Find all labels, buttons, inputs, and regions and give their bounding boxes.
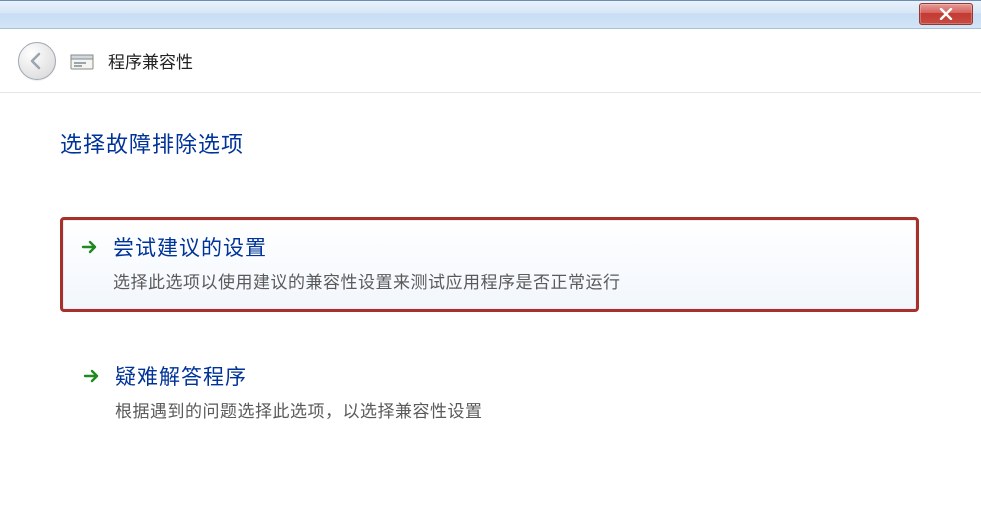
arrow-right-icon <box>81 238 99 256</box>
titlebar <box>0 1 981 29</box>
wizard-header: 程序兼容性 <box>0 29 981 93</box>
program-compat-icon <box>70 50 94 72</box>
content-area: 选择故障排除选项 尝试建议的设置 选择此选项以使用建议的兼容性设置来测试应用程序… <box>0 93 981 439</box>
arrow-left-icon <box>27 51 47 71</box>
close-button[interactable] <box>919 3 973 25</box>
option-try-recommended[interactable]: 尝试建议的设置 选择此选项以使用建议的兼容性设置来测试应用程序是否正常运行 <box>60 217 919 312</box>
arrow-right-icon <box>83 367 101 385</box>
option-description: 选择此选项以使用建议的兼容性设置来测试应用程序是否正常运行 <box>113 268 898 293</box>
wizard-window: 程序兼容性 选择故障排除选项 尝试建议的设置 选择此选项以使用建议的兼容性设置来… <box>0 0 981 513</box>
back-button[interactable] <box>18 42 56 80</box>
option-troubleshoot-program[interactable]: 疑难解答程序 根据遇到的问题选择此选项，以选择兼容性设置 <box>60 348 919 439</box>
wizard-title: 程序兼容性 <box>108 48 193 73</box>
option-title: 尝试建议的设置 <box>113 232 267 262</box>
page-heading: 选择故障排除选项 <box>60 127 919 159</box>
option-description: 根据遇到的问题选择此选项，以选择兼容性设置 <box>115 397 900 422</box>
close-icon <box>939 8 953 20</box>
option-title: 疑难解答程序 <box>115 361 247 391</box>
